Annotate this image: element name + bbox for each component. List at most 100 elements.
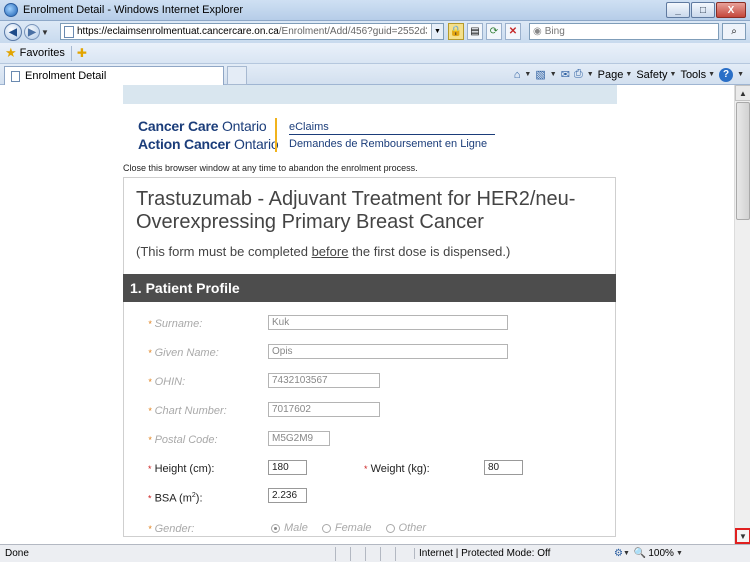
given-name-label: * Given Name: [148,347,219,359]
magnifier-icon: ⌕ [731,26,737,37]
tools-menu[interactable]: Tools ▼ [680,69,715,81]
scroll-up-button[interactable]: ▲ [735,85,750,101]
given-name-row: * Given Name: [148,344,598,364]
status-panel [380,546,395,561]
gender-male-radio[interactable]: Male [271,522,308,534]
home-icon[interactable]: ⌂ [514,69,521,81]
tools-menu-label: Tools [680,68,707,81]
bsa-row: * BSA (m2): [148,488,598,508]
app-name-french: Demandes de Remboursement en Ligne [289,138,488,150]
status-text: Done [5,548,29,559]
logo-french: Action Cancer Ontario [138,136,279,152]
help-icon[interactable]: ? [719,67,734,82]
chevron-down-icon: ▼ [675,550,683,557]
history-dropdown-icon[interactable]: ▼ [41,28,49,37]
tab-row: Enrolment Detail ⌂ ▼ ▧ ▼ ✉ ⎙ ▼ Page ▼ Safety… [0,64,750,85]
chevron-down-icon[interactable]: ▼ [737,71,744,78]
favorites-bar: ★ Favorites ✚ [0,43,750,64]
close-button[interactable]: X [716,2,746,18]
url-text[interactable]: https://eclaimsenrolmentuat.cancercare.o… [77,26,427,37]
gender-label: * Gender: [148,523,195,535]
url-dropdown-icon[interactable]: ▼ [431,24,443,39]
feeds-icon[interactable]: ▧ [535,68,545,81]
lock-icon[interactable]: 🔒 [448,23,464,40]
zoom-control[interactable]: 🔍 100% ▼ [634,548,683,559]
minimize-button[interactable]: _ [666,2,690,18]
radio-icon [321,523,331,533]
ohin-field[interactable] [268,373,380,388]
refresh-icon[interactable]: ⟳ [486,23,502,40]
address-bar: ◀ ▶ ▼ https://eclaimsenrolmentuat.cancer… [0,21,750,43]
search-button[interactable]: ⌕ [722,23,746,40]
url-path: /Enrolment/Add/456?guid=2552d3b9-c795-47 [278,26,427,37]
mail-icon[interactable]: ✉ [561,68,570,81]
favorites-button[interactable]: Favorites [20,47,65,59]
chevron-down-icon: ▼ [669,71,677,78]
status-panel [365,546,380,561]
page: Cancer Care Ontario Action Cancer Ontari… [123,85,617,537]
logo-divider [275,118,277,152]
radio-icon [385,523,395,533]
postal-code-field[interactable] [268,431,330,446]
bsa-label: * BSA (m2): [148,492,203,505]
chart-number-label: * Chart Number: [148,405,227,417]
surname-label: * Surname: [148,318,203,330]
postal-code-label: * Postal Code: [148,434,218,446]
logo-english: Cancer Care Ontario [138,118,267,134]
scroll-down-button[interactable]: ▼ [735,528,750,544]
url-field[interactable]: https://eclaimsenrolmentuat.cancercare.o… [60,23,444,40]
gender-female-radio[interactable]: Female [321,522,372,534]
new-tab-button[interactable] [227,66,247,85]
height-field[interactable] [268,460,307,475]
page-menu-label: Page [597,68,624,81]
gender-options: Male Female Other [271,522,440,534]
abandon-note: Close this browser window at any time to… [123,163,418,173]
maximize-button[interactable]: □ [691,2,715,18]
chart-number-row: * Chart Number: [148,402,598,422]
weight-field[interactable] [484,460,523,475]
status-panel [395,546,410,561]
chevron-down-icon[interactable]: ▼ [623,550,630,557]
page-menu[interactable]: Page ▼ [598,69,633,81]
chevron-down-icon[interactable]: ▼ [587,71,594,78]
forward-button[interactable]: ▶ [24,24,40,40]
search-box[interactable]: ◉ [529,23,719,40]
bsa-field[interactable] [268,488,307,503]
search-input[interactable] [544,26,705,37]
stop-icon[interactable]: ✕ [505,23,521,40]
security-zone[interactable]: Internet | Protected Mode: Off [414,548,610,559]
content-viewport: Cancer Care Ontario Action Cancer Ontari… [0,85,734,544]
weight-label: * Weight (kg): [364,463,430,475]
form-title: Trastuzumab - Adjuvant Treatment for HER… [136,188,576,233]
back-button[interactable]: ◀ [4,23,22,41]
height-weight-row: * Height (cm): * Weight (kg): [148,460,598,480]
print-icon[interactable]: ⎙ [574,68,583,81]
app-name: eClaims [289,121,329,133]
given-name-field[interactable] [268,344,508,359]
ohin-label: * OHIN: [148,376,186,388]
favorites-star-icon[interactable]: ★ [5,45,17,61]
scroll-thumb[interactable] [736,102,750,220]
zoom-level: 100% [648,548,674,559]
postal-code-row: * Postal Code: [148,431,598,451]
address-actions: 🔒 ▤ ⟳ ✕ [448,23,521,40]
surname-row: * Surname: [148,315,598,335]
form-note: (This form must be completed before the … [136,244,511,259]
radio-selected-icon [271,523,280,533]
url-host: https://eclaimsenrolmentuat.cancercare.o… [77,26,279,37]
chart-number-field[interactable] [268,402,380,417]
zoom-icon: 🔍 [633,548,647,559]
compatibility-icon[interactable]: ▤ [467,23,483,40]
gender-other-radio[interactable]: Other [385,522,426,534]
chevron-up-icon: ▲ [739,88,747,98]
chevron-down-icon: ▼ [625,71,633,78]
status-bar: Done Internet | Protected Mode: Off ⚙ ▼ … [0,544,750,562]
protected-mode-icon[interactable]: ⚙ [614,548,623,559]
vertical-scrollbar[interactable]: ▲ ▼ [734,85,750,544]
surname-field[interactable] [268,315,508,330]
chevron-down-icon[interactable]: ▼ [524,71,531,78]
add-favorite-icon[interactable]: ✚ [77,46,87,60]
tab-enrolment-detail[interactable]: Enrolment Detail [4,66,224,85]
safety-menu[interactable]: Safety ▼ [636,69,676,81]
chevron-down-icon[interactable]: ▼ [550,71,557,78]
